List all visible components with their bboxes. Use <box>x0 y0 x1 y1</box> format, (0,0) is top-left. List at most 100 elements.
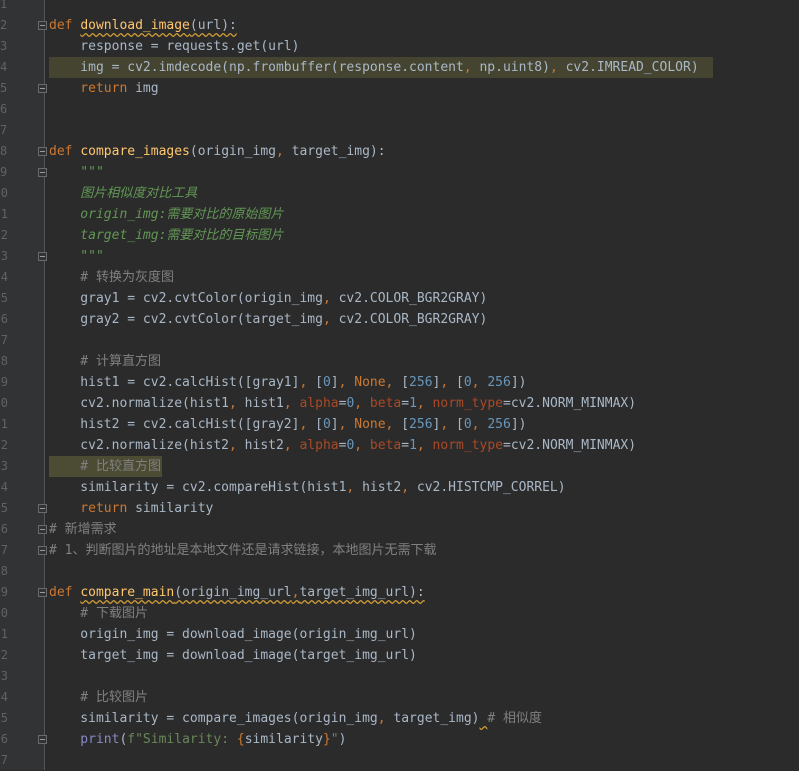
line-number: 8 <box>0 144 8 158</box>
code-line[interactable]: 14 # 转换为灰度图 <box>0 267 799 288</box>
code-line[interactable]: 1 <box>0 0 799 15</box>
code-line[interactable]: 26 # 新增需求 <box>0 519 799 540</box>
fold-toggle-icon[interactable] <box>38 147 47 156</box>
code-token: [ <box>401 375 410 390</box>
code-token: download_image <box>80 18 190 33</box>
code-line[interactable]: 37 <box>0 750 799 771</box>
line-number: 9 <box>0 165 8 179</box>
code-token: alpha <box>299 438 339 453</box>
code-token: compare_main <box>80 585 175 600</box>
code-line[interactable]: 4 img = cv2.imdecode(np.frombuffer(respo… <box>0 57 799 78</box>
code-token: hist1 = cv2.calcHist([gray1] <box>49 375 300 390</box>
code-token: response = requests.get(url) <box>49 39 300 54</box>
code-line[interactable]: 2 def download_image(url): <box>0 15 799 36</box>
code-token: = <box>401 438 410 453</box>
code-text: # 下载图片 <box>49 603 148 624</box>
code-token: similarity = compare_images(origin_img <box>49 711 378 726</box>
fold-toggle-icon[interactable] <box>38 735 47 744</box>
code-line[interactable]: 10 图片相似度对比工具 <box>0 183 799 204</box>
fold-toggle-icon[interactable] <box>38 546 47 555</box>
line-number: 4 <box>0 60 8 74</box>
code-line[interactable]: 17 <box>0 330 799 351</box>
code-token: , <box>401 480 417 495</box>
code-line[interactable]: 34 # 比较图片 <box>0 687 799 708</box>
code-line[interactable]: 3 response = requests.get(url) <box>0 36 799 57</box>
code-token: def <box>49 18 81 33</box>
code-token: , <box>440 417 457 432</box>
code-token: np.uint8) <box>479 60 550 75</box>
code-text: def compare_images(origin_img, target_im… <box>49 141 386 162</box>
code-line[interactable]: 28 <box>0 561 799 582</box>
fold-toggle-icon[interactable] <box>38 588 47 597</box>
code-text: hist2 = cv2.calcHist([gray2], [0], None,… <box>49 414 526 435</box>
code-token: 256 <box>409 417 433 432</box>
fold-toggle-icon[interactable] <box>38 504 47 513</box>
fold-toggle-icon[interactable] <box>38 525 47 534</box>
code-line[interactable]: 33 <box>0 666 799 687</box>
code-token: ]) <box>510 375 527 390</box>
code-token: , <box>416 396 433 411</box>
line-number: 36 <box>0 732 8 746</box>
code-token: return <box>49 81 136 96</box>
code-line[interactable]: 30 # 下载图片 <box>0 603 799 624</box>
code-line[interactable]: 29 def compare_main(origin_img_url,target… <box>0 582 799 603</box>
code-line[interactable]: 35 similarity = compare_images(origin_im… <box>0 708 799 729</box>
code-line[interactable]: 24 similarity = cv2.compareHist(hist1, h… <box>0 477 799 498</box>
code-line[interactable]: 22 cv2.normalize(hist2, hist2, alpha=0, … <box>0 435 799 456</box>
fold-toggle-icon[interactable] <box>38 84 47 93</box>
code-token: } <box>322 732 331 747</box>
line-number: 21 <box>0 417 8 431</box>
code-text: # 1、判断图片的地址是本地文件还是请求链接，本地图片无需下载 <box>49 540 436 561</box>
code-token: [ <box>315 375 323 390</box>
code-text: cv2.normalize(hist2, hist2, alpha=0, bet… <box>49 435 636 456</box>
code-token: cv2.normalize(hist2 <box>49 438 230 453</box>
code-line[interactable]: 6 <box>0 99 799 120</box>
line-number: 16 <box>0 312 8 326</box>
code-line[interactable]: 27 # 1、判断图片的地址是本地文件还是请求链接，本地图片无需下载 <box>0 540 799 561</box>
code-token: { <box>236 732 245 747</box>
code-editor[interactable]: 1 2 def download_image(url): 3 response = r… <box>0 0 799 770</box>
code-line[interactable]: 11 origin_img:需要对比的原始图片 <box>0 204 799 225</box>
code-line[interactable]: 15 gray1 = cv2.cvtColor(origin_img, cv2.… <box>0 288 799 309</box>
code-line[interactable]: 13 """ <box>0 246 799 267</box>
code-line[interactable]: 31 origin_img = download_image(origin_im… <box>0 624 799 645</box>
code-token: gray2 = cv2.cvtColor(target_img <box>49 312 323 327</box>
code-line[interactable]: 36 print(f"Similarity: {similarity}") <box>0 729 799 750</box>
code-token: return <box>49 501 136 516</box>
code-token: beta <box>369 438 402 453</box>
code-line[interactable]: 32 target_img = download_image(target_im… <box>0 645 799 666</box>
code-line[interactable]: 20 cv2.normalize(hist1, hist1, alpha=0, … <box>0 393 799 414</box>
fold-toggle-icon[interactable] <box>38 252 47 261</box>
code-line[interactable]: 19 hist1 = cv2.calcHist([gray1], [0], No… <box>0 372 799 393</box>
code-token: [ <box>315 417 323 432</box>
code-line[interactable]: 25 return similarity <box>0 498 799 519</box>
code-line[interactable]: 23 # 比较直方图 <box>0 456 799 477</box>
code-token: norm_type <box>432 438 503 453</box>
code-line[interactable]: 7 <box>0 120 799 141</box>
code-line[interactable]: 9 """ <box>0 162 799 183</box>
code-token: f"Similarity: <box>127 732 237 747</box>
code-text: similarity = cv2.compareHist(hist1, hist… <box>49 477 565 498</box>
code-token: = <box>401 396 410 411</box>
code-token: [ <box>456 375 464 390</box>
code-text: # 新增需求 <box>49 519 117 540</box>
code-token: (url): <box>189 18 237 33</box>
line-number: 37 <box>0 753 8 767</box>
fold-toggle-icon[interactable] <box>38 168 47 177</box>
code-line[interactable]: 16 gray2 = cv2.cvtColor(target_img, cv2.… <box>0 309 799 330</box>
code-token: alpha <box>299 396 339 411</box>
code-line[interactable]: 12 target_img:需要对比的目标图片 <box>0 225 799 246</box>
code-line[interactable]: 21 hist2 = cv2.calcHist([gray2], [0], No… <box>0 414 799 435</box>
line-number: 30 <box>0 606 8 620</box>
code-line[interactable]: 5 return img <box>0 78 799 99</box>
line-number: 22 <box>0 438 8 452</box>
code-token: ] <box>330 417 339 432</box>
line-number: 33 <box>0 669 8 683</box>
code-line[interactable]: 8 def compare_images(origin_img, target_i… <box>0 141 799 162</box>
code-text: # 转换为灰度图 <box>49 267 174 288</box>
line-number: 11 <box>0 207 8 221</box>
line-number: 28 <box>0 564 8 578</box>
line-number: 15 <box>0 291 8 305</box>
fold-toggle-icon[interactable] <box>38 21 47 30</box>
code-line[interactable]: 18 # 计算直方图 <box>0 351 799 372</box>
